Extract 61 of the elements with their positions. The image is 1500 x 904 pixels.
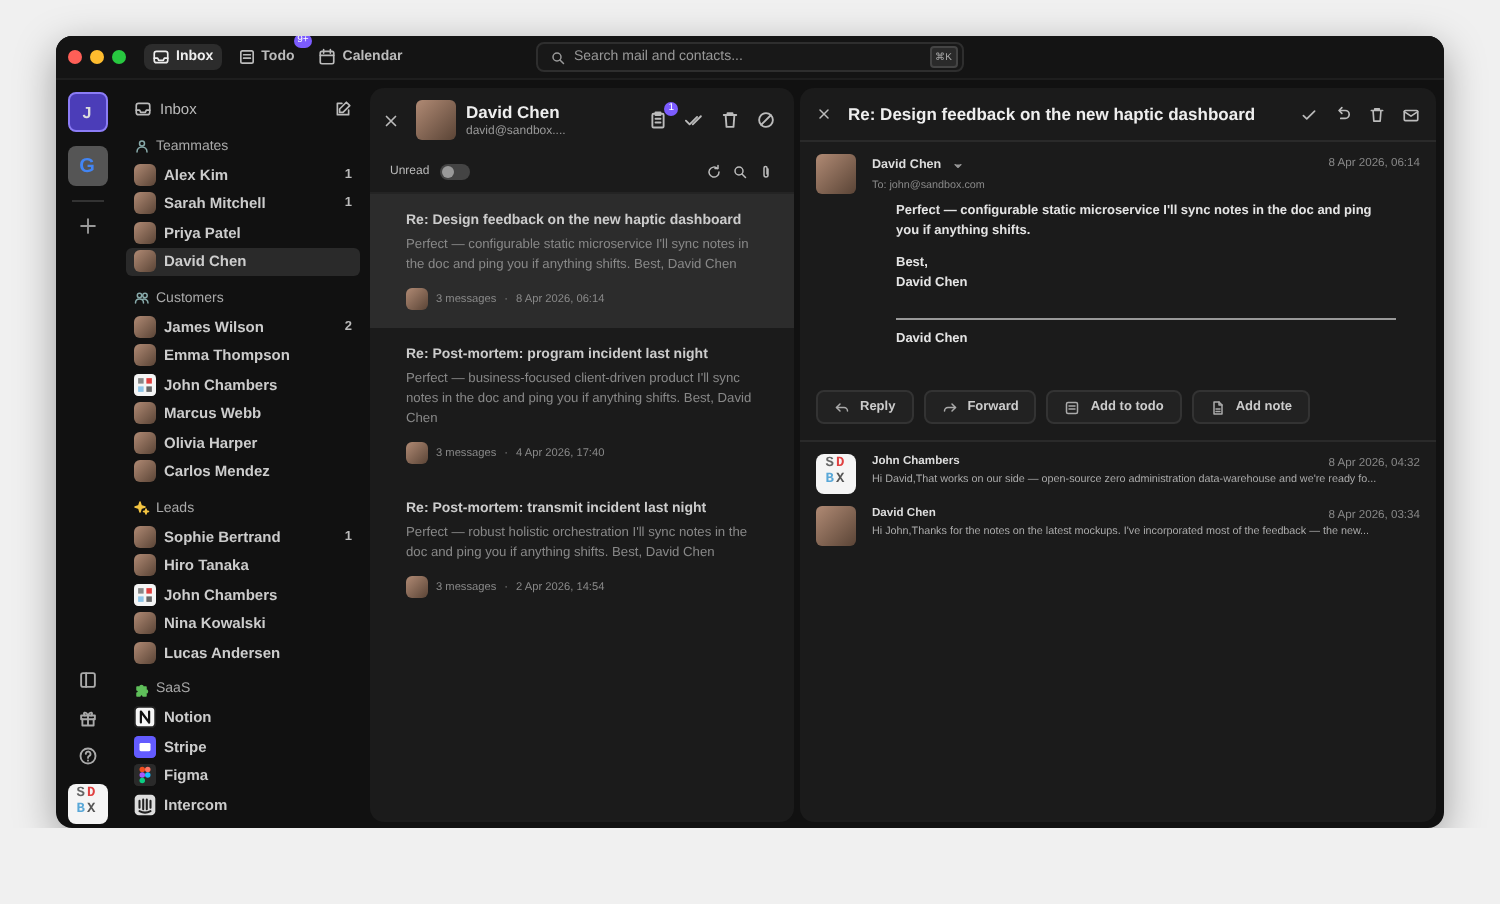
avatar-photo-placeholder [134, 641, 156, 664]
envelope-icon[interactable] [1402, 105, 1420, 123]
people-icon [134, 290, 150, 306]
block-icon[interactable] [756, 110, 776, 130]
inbox-tray-icon [152, 48, 170, 66]
avatar-photo-placeholder [134, 460, 156, 483]
refresh-icon[interactable] [706, 164, 722, 180]
puzzle-icon [134, 681, 150, 697]
inbox-tray-icon [134, 100, 152, 118]
calendar-icon [318, 48, 337, 66]
clipboard-icon[interactable] [648, 110, 668, 130]
checklist-icon [237, 48, 256, 66]
avatar-photo-placeholder [134, 612, 156, 635]
compose-icon[interactable] [334, 100, 352, 118]
undo-icon[interactable] [1334, 105, 1352, 123]
avatar-photo-placeholder [416, 100, 456, 140]
avatar-photo-placeholder [406, 442, 428, 464]
avatar-photo-placeholder [134, 315, 156, 338]
reply-arrow-icon [834, 399, 850, 415]
double-check-icon[interactable] [684, 110, 704, 130]
avatar-photo-placeholder [134, 344, 156, 367]
avatar-photo-placeholder [406, 288, 428, 310]
avatar-photo-placeholder [816, 506, 856, 546]
close-icon[interactable] [382, 111, 400, 129]
intercom-logo-icon [134, 793, 156, 816]
avatar-photo-placeholder [134, 192, 156, 215]
account-button[interactable]: J [67, 92, 107, 132]
sidebar-panel-icon[interactable] [77, 670, 97, 690]
avatar-photo-placeholder [816, 154, 856, 194]
avatar-photo-placeholder [134, 221, 156, 244]
avatar-photo-placeholder [134, 402, 156, 425]
avatar-photo-placeholder [134, 163, 156, 186]
person-icon [134, 138, 150, 154]
sparkles-icon [134, 500, 150, 516]
search-icon[interactable] [732, 164, 748, 180]
close-icon[interactable] [816, 106, 832, 122]
plus-icon[interactable] [77, 216, 97, 236]
trash-icon[interactable] [1368, 105, 1386, 123]
trash-icon[interactable] [720, 110, 740, 130]
caret-down-icon[interactable] [951, 159, 964, 171]
notion-logo-icon [134, 706, 156, 729]
sandbox-logo-icon [134, 583, 156, 606]
check-icon[interactable] [1300, 105, 1318, 123]
search-icon [550, 49, 566, 65]
toggle-switch[interactable] [439, 164, 470, 180]
avatar-photo-placeholder [406, 576, 428, 598]
paperclip-icon[interactable] [758, 164, 774, 180]
figma-logo-icon [134, 764, 156, 787]
note-icon [1209, 399, 1226, 415]
avatar-photo-placeholder [134, 250, 156, 273]
checklist-icon [1064, 399, 1081, 415]
help-icon[interactable] [77, 746, 97, 766]
gift-icon[interactable] [77, 708, 97, 728]
sandbox-logo-icon [134, 373, 156, 396]
avatar-photo-placeholder [134, 431, 156, 454]
message-subject: Re: Design feedback on the new haptic dashboard [848, 104, 1256, 124]
contact-name: David Chen [466, 102, 562, 122]
forward-arrow-icon [941, 399, 958, 415]
stripe-logo-icon [134, 735, 156, 758]
avatar-photo-placeholder [134, 525, 156, 548]
avatar-photo-placeholder [134, 554, 156, 577]
